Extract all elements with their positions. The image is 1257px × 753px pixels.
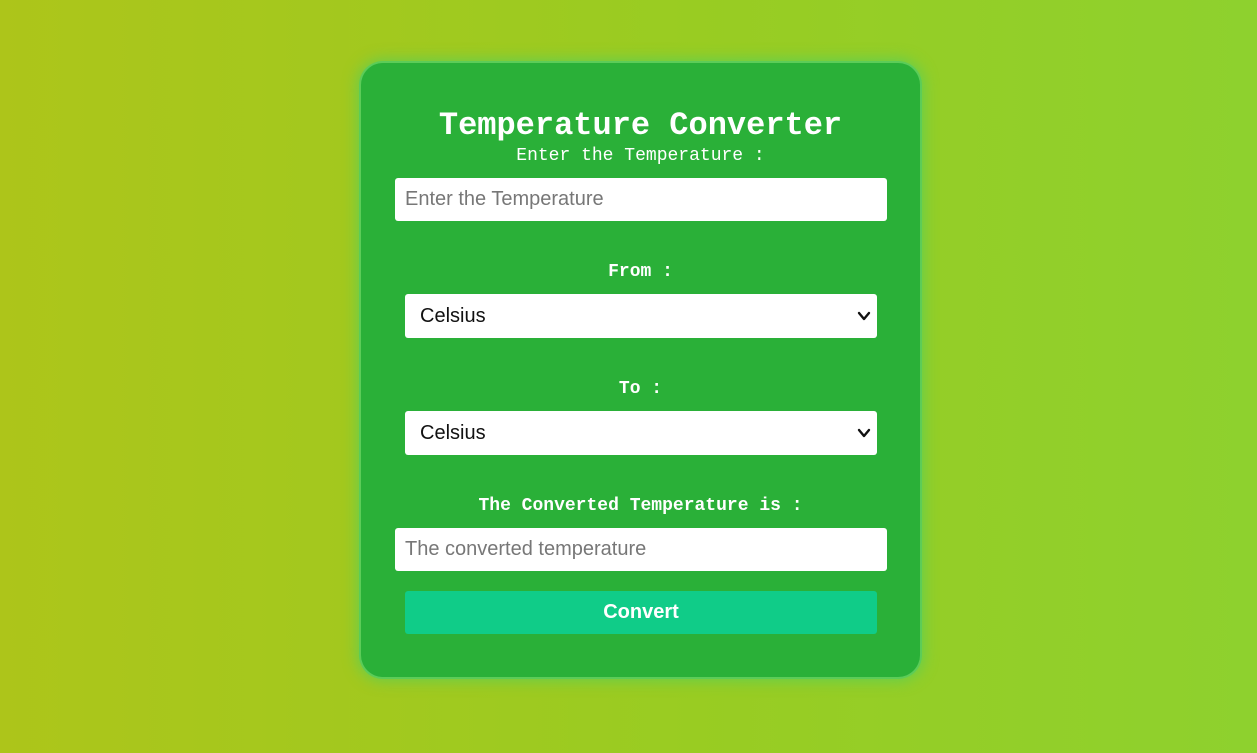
temperature-input-label: Enter the Temperature : xyxy=(516,146,765,166)
to-unit-value: Celsius xyxy=(420,422,486,444)
from-label: From : xyxy=(608,262,673,282)
to-label: To : xyxy=(618,379,663,399)
page-title: Temperature Converter xyxy=(438,107,843,144)
from-unit-select[interactable]: Celsius xyxy=(405,294,877,338)
to-unit-select[interactable]: Celsius xyxy=(405,411,877,455)
from-unit-value: Celsius xyxy=(420,305,486,327)
chevron-down-icon xyxy=(857,311,871,321)
converter-card: Temperature Converter Enter the Temperat… xyxy=(361,63,920,677)
converted-temperature-output[interactable] xyxy=(395,528,887,571)
chevron-down-icon xyxy=(857,428,871,438)
result-label: The Converted Temperature is : xyxy=(478,496,803,516)
temperature-input[interactable] xyxy=(395,178,887,221)
convert-button[interactable]: Convert xyxy=(405,591,877,634)
